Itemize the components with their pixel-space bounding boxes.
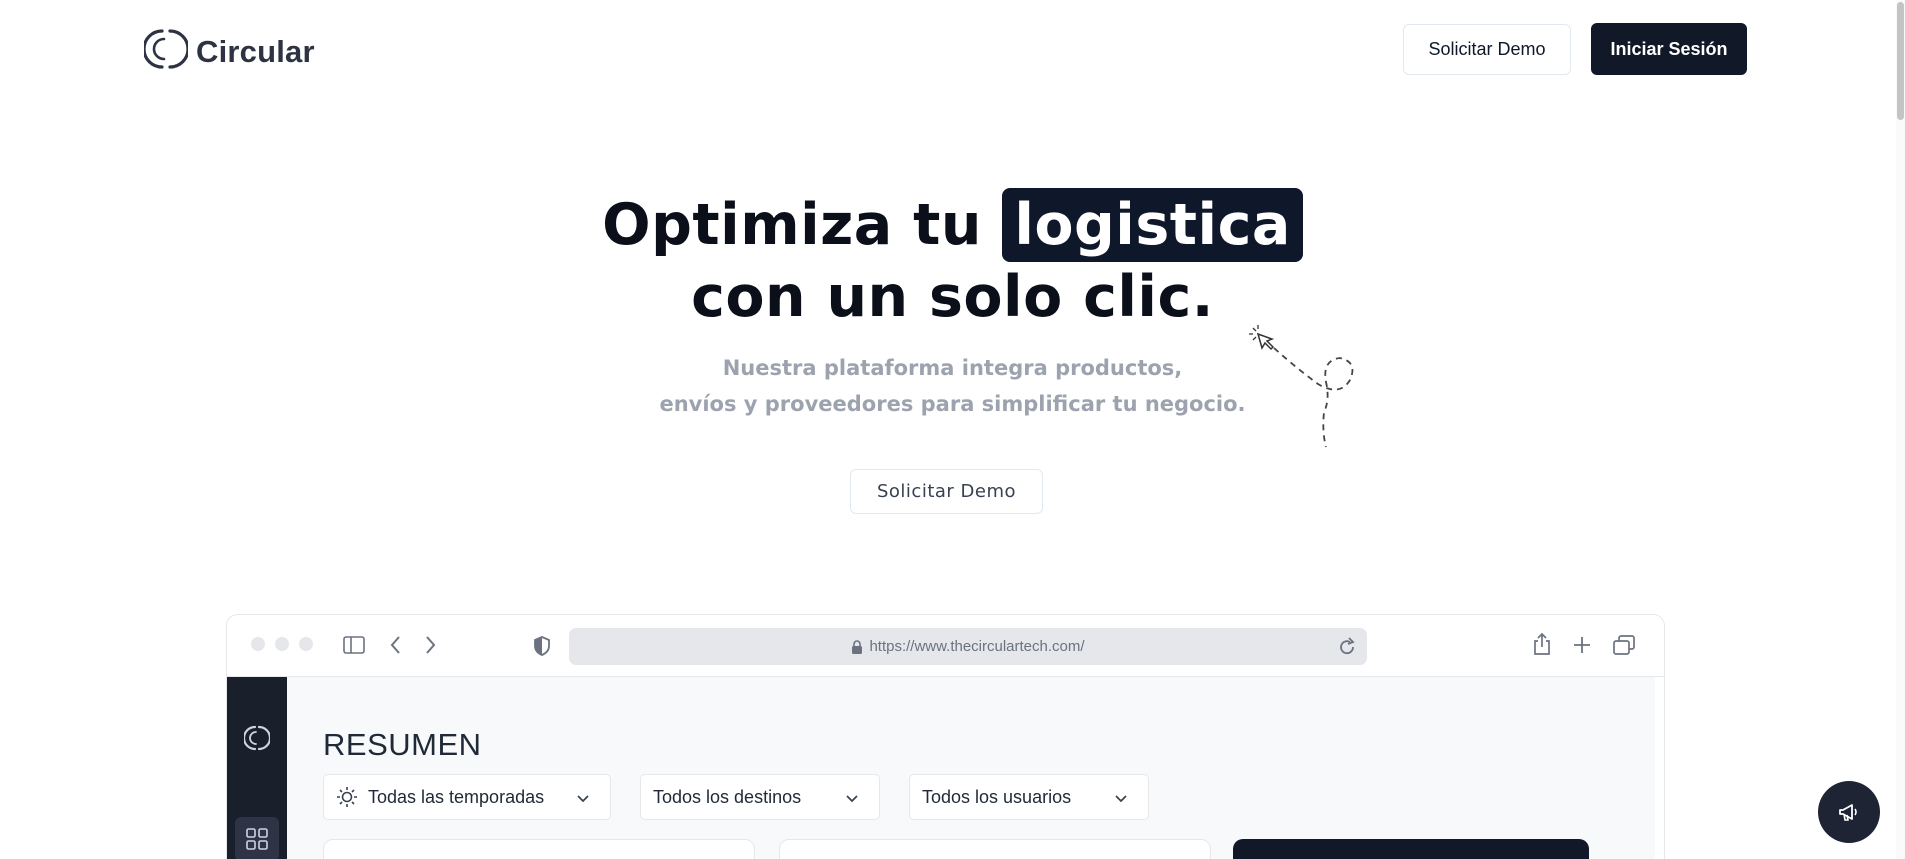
dashboard-title: RESUMEN	[323, 727, 482, 762]
reload-icon[interactable]	[1337, 637, 1357, 661]
window-maximize-dot	[299, 637, 313, 651]
megaphone-icon	[1837, 800, 1861, 824]
browser-toolbar: https://www.thecirculartech.com/	[227, 615, 1664, 677]
back-arrow-icon[interactable]	[389, 634, 403, 661]
new-tab-plus-icon[interactable]	[1573, 636, 1591, 659]
request-demo-button[interactable]: Solicitar Demo	[1403, 24, 1571, 75]
summary-card	[323, 839, 755, 859]
user-filter-value: Todos los usuarios	[922, 786, 1072, 807]
app-logo-icon[interactable]	[242, 725, 272, 756]
season-filter-select[interactable]: Todas las temporadas	[323, 774, 611, 820]
summary-card	[779, 839, 1211, 859]
destination-filter-select[interactable]: Todos los destinos	[640, 774, 880, 820]
window-minimize-dot	[275, 637, 289, 651]
dashboard-preview: RESUMEN Todas las temporadas Todos los d…	[227, 677, 1664, 859]
hero-title-part1: Optimiza tu	[602, 192, 982, 258]
summary-card-dark	[1233, 839, 1589, 859]
share-icon[interactable]	[1532, 632, 1552, 661]
login-button[interactable]: Iniciar Sesión	[1591, 23, 1747, 75]
hero-subtitle: Nuestra plataforma integra productos, en…	[0, 350, 1905, 422]
brand-name: Circular	[196, 33, 315, 69]
circular-logo-icon	[142, 27, 190, 76]
dashboard-grid-icon[interactable]	[235, 817, 279, 859]
address-url: https://www.thecirculartech.com/	[869, 638, 1085, 655]
hero-demo-button[interactable]: Solicitar Demo	[850, 469, 1043, 514]
hero-subtitle-line2: envíos y proveedores para simplificar tu…	[659, 392, 1246, 416]
address-bar[interactable]: https://www.thecirculartech.com/	[569, 628, 1367, 665]
season-filter-value: Todas las temporadas	[368, 786, 545, 807]
announcement-button[interactable]	[1818, 781, 1880, 843]
chevron-down-icon	[845, 790, 859, 811]
hero-title-highlight: logistica	[1002, 188, 1303, 262]
browser-mockup: https://www.thecirculartech.com/ RESUMEN…	[226, 614, 1665, 859]
chevron-down-icon	[1114, 790, 1128, 811]
lock-icon	[851, 639, 863, 654]
chevron-down-icon	[576, 790, 590, 811]
sun-icon	[336, 786, 358, 808]
hero-subtitle-line1: Nuestra plataforma integra productos,	[722, 356, 1183, 380]
tabs-overview-icon[interactable]	[1613, 635, 1635, 660]
app-sidebar	[227, 677, 287, 859]
hero-title-line2: con un solo clic.	[691, 264, 1214, 330]
window-close-dot	[251, 637, 265, 651]
page-scrollbar[interactable]	[1896, 0, 1905, 859]
sidebar-toggle-icon[interactable]	[343, 635, 365, 660]
destination-filter-value: Todos los destinos	[653, 786, 802, 807]
browser-frame-edge	[1655, 677, 1664, 859]
site-header: Circular Solicitar Demo Iniciar Sesión	[0, 0, 1905, 100]
hero-title: Optimiza tu logistica con un solo clic.	[0, 188, 1905, 332]
user-filter-select[interactable]: Todos los usuarios	[909, 774, 1149, 820]
brand-logo[interactable]: Circular	[142, 27, 315, 76]
cursor-doodle-icon	[1249, 325, 1354, 448]
forward-arrow-icon[interactable]	[423, 634, 437, 661]
shield-icon[interactable]	[533, 635, 551, 662]
scrollbar-thumb[interactable]	[1897, 2, 1904, 120]
